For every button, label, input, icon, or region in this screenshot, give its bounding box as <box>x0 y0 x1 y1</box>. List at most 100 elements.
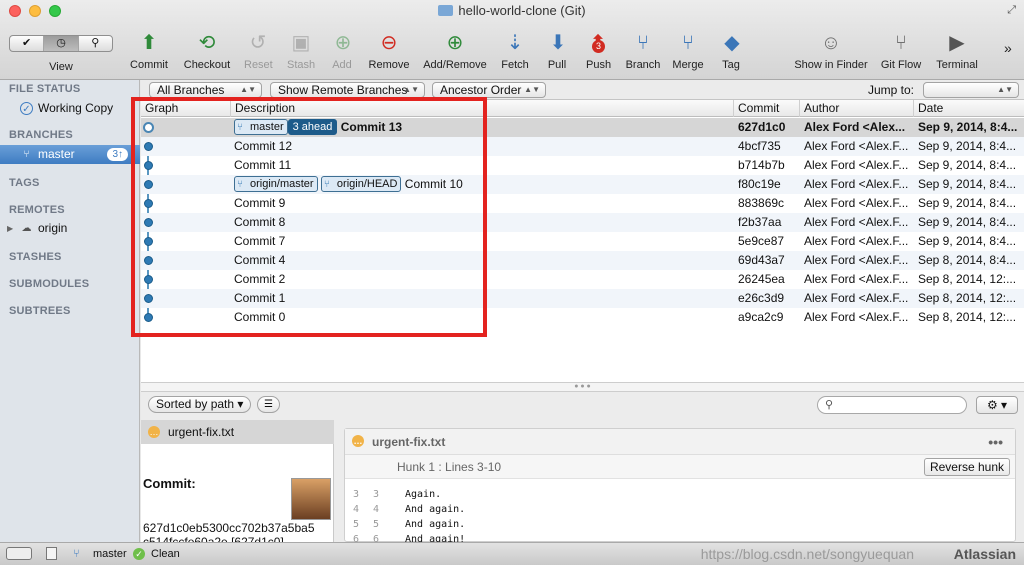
table-row[interactable]: Commit 0 a9ca2c9 Alex Ford <Alex.F... Sep 8… <box>141 308 1024 327</box>
ahead-badge[interactable]: 3 ahead <box>287 119 338 135</box>
git-flow-icon: ⑂ <box>895 32 907 54</box>
table-row[interactable]: Commit 11 b714b7b Alex Ford <Alex.F... Sep … <box>141 156 1024 175</box>
commit-author: Alex Ford <Alex.F... <box>804 177 909 191</box>
column-header-graph[interactable]: Graph <box>141 100 231 117</box>
diff-line-text: And again. <box>405 504 466 515</box>
window-title: hello-world-clone (Git) <box>0 3 1024 18</box>
reset-button[interactable]: ↺ Reset <box>244 30 273 71</box>
list-view-icon[interactable]: ☰ <box>257 396 280 413</box>
show-in-finder-button[interactable]: ☺ Show in Finder <box>791 30 871 71</box>
tags-header[interactable]: TAGS <box>9 177 40 189</box>
pane-toggle-icon[interactable] <box>46 547 57 560</box>
more-options-icon[interactable]: ••• <box>988 429 1003 455</box>
git-flow-button[interactable]: ⑂ Git Flow <box>879 30 923 71</box>
push-button[interactable]: ⬆3 Push <box>586 30 612 71</box>
column-header-commit[interactable]: Commit <box>734 100 800 117</box>
sort-dropdown[interactable]: Sorted by path ▾ <box>148 396 252 413</box>
add-remove-button[interactable]: ⊕ Add/Remove <box>420 30 490 71</box>
toolbar-button-label: Terminal <box>936 59 978 71</box>
branches-filter-dropdown[interactable]: All Branches ▲▼ <box>149 82 262 98</box>
diff-line-text: And again. <box>405 519 466 530</box>
disclosure-triangle-icon[interactable]: ▶ <box>7 219 13 238</box>
new-line-number: 3 <box>373 489 380 500</box>
table-row[interactable]: Commit 7 5e9ce87 Alex Ford <Alex.F... Sep 9… <box>141 232 1024 251</box>
commit-author: Alex Ford <Alex.F... <box>804 139 909 153</box>
table-row[interactable]: Commit 8 f2b37aa Alex Ford <Alex.F... Sep 9… <box>141 213 1024 232</box>
fetch-button[interactable]: ⇣ Fetch <box>500 30 530 71</box>
tag-button[interactable]: ◆ Tag <box>720 30 742 71</box>
column-header-description[interactable]: Description <box>231 100 734 117</box>
commit-author: Alex Ford <Alex.F... <box>804 310 909 324</box>
column-header-date[interactable]: Date <box>914 100 1024 117</box>
toolbar-button-label: Remove <box>368 59 410 71</box>
order-dropdown[interactable]: Ancestor Order ▲▼ <box>432 82 546 98</box>
commit-hash: f80c19e <box>738 177 781 191</box>
search-icon: ⚲ <box>825 399 834 411</box>
file-item-urgent-fix[interactable]: … urgent-fix.txt <box>141 420 334 444</box>
reset-icon: ↺ <box>249 32 267 54</box>
toolbar-button-label: Push <box>586 59 612 71</box>
settings-dropdown[interactable]: ⚙ ▾ <box>976 396 1018 414</box>
commit-button[interactable]: ⬆ Commit <box>128 30 170 71</box>
sidebar-toggle-icon[interactable] <box>6 547 32 560</box>
table-row[interactable]: Commit 9 883869c Alex Ford <Alex.F... Sep 9… <box>141 194 1024 213</box>
merge-button[interactable]: ⑂ Merge <box>671 30 705 71</box>
branch-label-origin-master[interactable]: ⑂ origin/master <box>234 176 318 192</box>
file-status-view-icon[interactable]: ✔ <box>10 36 45 51</box>
toolbar-button-label: Pull <box>547 59 567 71</box>
branch-label-origin-head[interactable]: ⑂ origin/HEAD <box>320 176 402 192</box>
add-button[interactable]: ⊕ Add <box>331 30 353 71</box>
table-row[interactable]: Commit 1 e26c3d9 Alex Ford <Alex.F... Sep 8… <box>141 289 1024 308</box>
status-clean: Clean <box>151 548 180 560</box>
table-row[interactable]: ⑂ origin/master ⑂ origin/HEAD Commit 10 f80… <box>141 175 1024 194</box>
jump-to-dropdown[interactable]: ▲▼ <box>923 82 1019 98</box>
reverse-hunk-button[interactable]: Reverse hunk <box>923 458 1010 476</box>
commit-node <box>144 180 153 189</box>
branch-icon: ⑂ <box>637 32 649 54</box>
sidebar-item-master[interactable]: ⑂ master 3↑ <box>0 145 140 164</box>
commit-hash: e26c3d9 <box>738 291 785 305</box>
commit-description: Commit 12 <box>234 139 293 153</box>
commit-date: Sep 8, 2014, 12:... <box>918 310 1017 324</box>
checkout-button[interactable]: ⟲ Checkout <box>183 30 231 71</box>
toolbar-overflow-button[interactable]: » <box>1004 40 1012 56</box>
log-view-icon[interactable]: ◷ <box>44 36 79 51</box>
sidebar-item-origin[interactable]: ▶ ☁ origin <box>0 219 140 238</box>
branch-label-master[interactable]: ⑂ master <box>234 119 288 135</box>
table-row[interactable]: Commit 12 4bcf735 Alex Ford <Alex.F... Sep … <box>141 137 1024 156</box>
branch-tag-icon: ⑂ <box>237 122 243 133</box>
file-status-header: FILE STATUS <box>9 83 81 95</box>
search-view-icon[interactable]: ⚲ <box>79 36 112 51</box>
commit-node <box>144 199 153 208</box>
commit-description: ⑂ origin/master ⑂ origin/HEAD Commit 10 <box>234 175 729 194</box>
commit-node <box>144 294 153 303</box>
remove-button[interactable]: ⊖ Remove <box>368 30 410 71</box>
toolbar-button-label: Add <box>332 59 352 71</box>
commit-hash: b714b7b <box>738 158 785 172</box>
stashes-header[interactable]: STASHES <box>9 251 62 263</box>
stash-button[interactable]: ▣ Stash <box>287 30 315 71</box>
fullscreen-icon[interactable]: ⤢ <box>1007 4 1016 17</box>
pull-button[interactable]: ⬇ Pull <box>546 30 568 71</box>
branch-tag-icon: ⑂ <box>237 179 243 190</box>
commit-node <box>144 161 153 170</box>
table-row[interactable]: Commit 2 26245ea Alex Ford <Alex.F... Sep 8… <box>141 270 1024 289</box>
pull-icon: ⬇ <box>549 32 567 54</box>
table-row[interactable]: Commit 4 69d43a7 Alex Ford <Alex.F... Sep 8… <box>141 251 1024 270</box>
sidebar-item-working-copy[interactable]: ✓ Working Copy <box>0 99 140 118</box>
pane-splitter[interactable]: ● ● ● <box>141 382 1024 392</box>
table-row[interactable]: ⑂ master 3 ahead Commit 13 627d1c0 Alex Ford… <box>141 118 1024 137</box>
submodules-header[interactable]: SUBMODULES <box>9 278 89 290</box>
commit-hash: 883869c <box>738 196 785 210</box>
commit-description: Commit 4 <box>234 253 286 267</box>
remote-branches-dropdown[interactable]: Show Remote Branches ▲▼ <box>270 82 425 98</box>
details-pane: Sorted by path ▾ ☰ ⚲ ⚙ ▾ … urgent-fix.tx… <box>141 392 1024 549</box>
ahead-count-badge: 3↑ <box>107 148 128 161</box>
subtrees-header[interactable]: SUBTREES <box>9 305 71 317</box>
view-mode-segmented-control[interactable]: ✔ ◷ ⚲ <box>9 35 113 52</box>
search-input[interactable]: ⚲ <box>817 396 967 414</box>
stash-icon: ▣ <box>291 32 311 54</box>
column-header-author[interactable]: Author <box>800 100 914 117</box>
branch-button[interactable]: ⑂ Branch <box>625 30 661 71</box>
terminal-button[interactable]: ▶ Terminal <box>933 30 981 71</box>
